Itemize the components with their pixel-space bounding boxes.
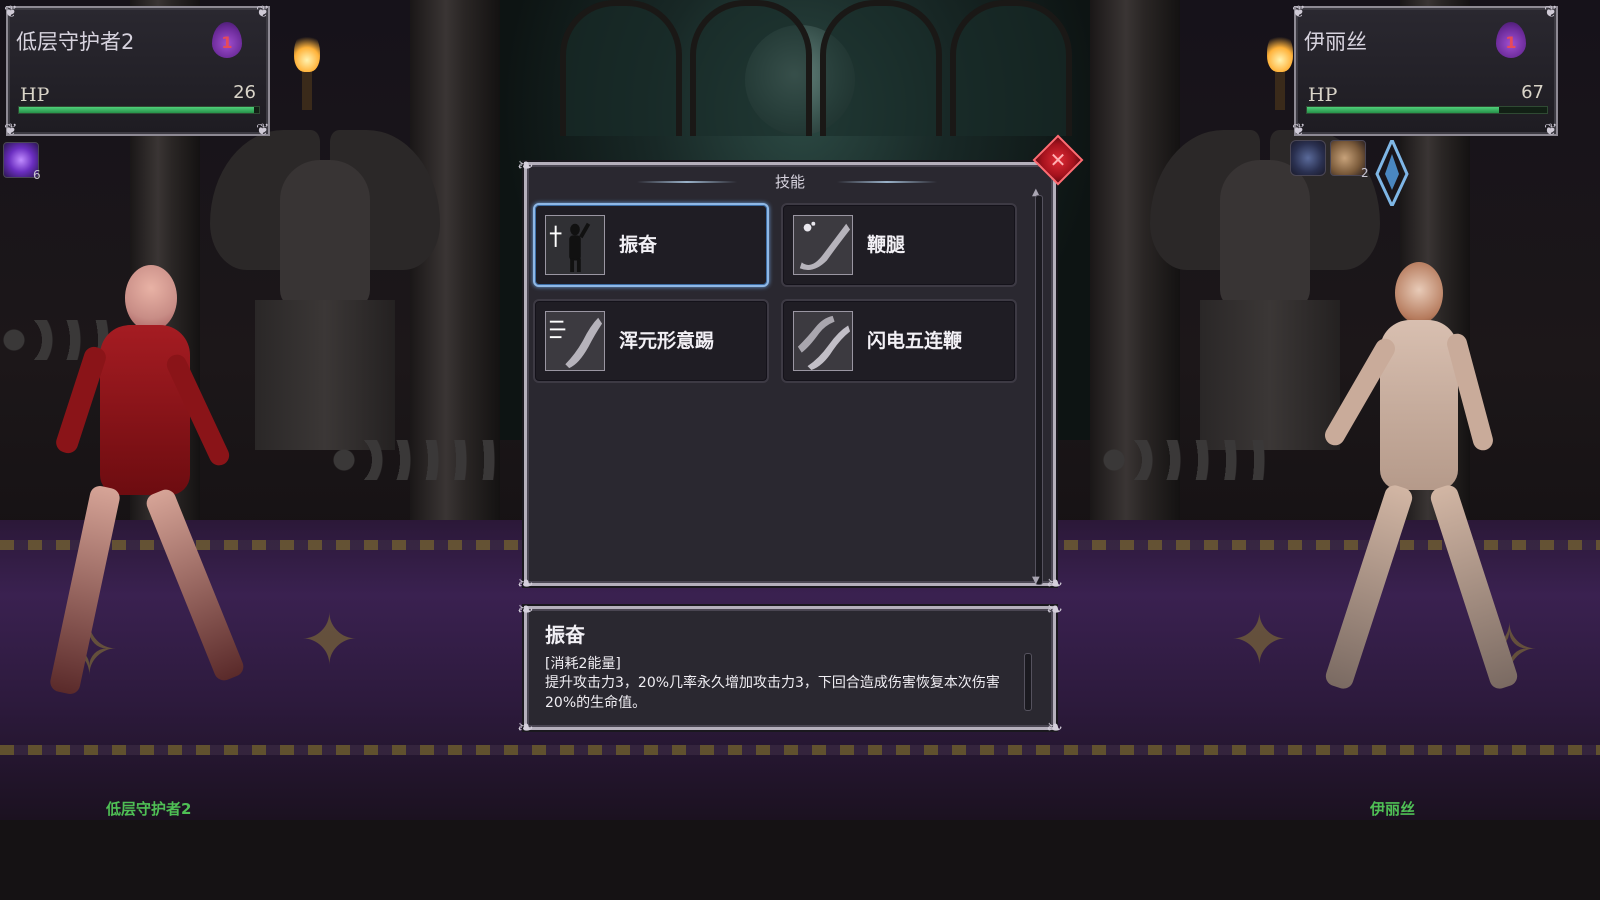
skills-scrollbar[interactable]: [1035, 195, 1043, 585]
skill-description-window: ❧ ❧ ❧ ❧ 振奋 [消耗2能量] 提升攻击力3，20%几率永久增加攻击力3，…: [517, 599, 1063, 737]
enemy-hp-value: 26: [233, 82, 256, 103]
description-scrollbar[interactable]: [1024, 653, 1032, 711]
enemy-name: 低层守护者2: [16, 30, 135, 54]
frame-corner-ornament: ❧: [517, 715, 534, 739]
frame-corner-ornament: ❦: [256, 2, 270, 21]
frame-corner-ornament: ❧: [517, 597, 534, 621]
skull-pile: [1100, 440, 1270, 480]
skill-label: 振奋: [619, 234, 658, 256]
enemy-hp-fill: [19, 107, 255, 113]
shield-buff-icon[interactable]: [1290, 140, 1326, 176]
enemy-character: [30, 265, 260, 705]
skill-label: 闪电五连鞭: [867, 330, 963, 352]
frame-corner-ornament: ❦: [1292, 120, 1306, 139]
leg-kick-speed-icon: [545, 311, 605, 371]
skill-card-lightning-whip[interactable]: 闪电五连鞭: [781, 299, 1017, 383]
window-arch: [820, 0, 942, 136]
player-hp-bar: [1306, 106, 1548, 114]
frame-corner-ornament: ❦: [1544, 2, 1558, 21]
frame-corner-ornament: ❧: [1046, 597, 1063, 621]
skill-card-hunyuan-kick[interactable]: 浑元形意踢: [533, 299, 769, 383]
crystal-indicator-icon: [1375, 136, 1409, 210]
frame-corner-ornament: ❦: [1544, 120, 1558, 139]
energy-drop-icon: 1: [212, 22, 242, 58]
frame-corner-ornament: ❦: [1292, 2, 1306, 21]
frame-corner-ornament: ❦: [4, 120, 18, 139]
frame-corner-ornament: ❧: [1046, 715, 1063, 739]
enemy-name-tag: 低层守护者2: [106, 800, 192, 818]
player-energy-count: 1: [1505, 33, 1517, 52]
enemy-energy-count: 1: [221, 33, 233, 52]
player-stat-panel: ❦ ❦ ❦ ❦ 伊丽丝 1 HP 67: [1292, 2, 1558, 139]
player-buff-count: 2: [1361, 166, 1369, 180]
stone-ground: [0, 820, 1600, 900]
skill-card-bianjui[interactable]: 鞭腿: [781, 203, 1017, 287]
skill-energy-cost: [消耗2能量]: [545, 656, 621, 672]
frame-corner-ornament: ❧: [1046, 571, 1063, 595]
close-icon: ✕: [1049, 148, 1067, 172]
hp-label: HP: [1308, 84, 1338, 106]
skill-description-text: 提升攻击力3，20%几率永久增加攻击力3，下回合造成伤害恢复本次伤害20%的生命…: [545, 675, 1000, 711]
window-arch: [560, 0, 682, 136]
skill-label: 鞭腿: [867, 234, 906, 256]
skills-window-title: 技能: [774, 173, 805, 191]
skill-card-zhenfen[interactable]: 振奋: [533, 203, 769, 287]
player-name-tag: 伊丽丝: [1370, 800, 1416, 818]
skill-description-title: 振奋: [545, 623, 585, 647]
skull-pile: [330, 440, 500, 480]
frame-corner-ornament: ❦: [4, 2, 18, 21]
pedestal: [255, 300, 395, 450]
skills-window: ❧ ❧ ❧ 技能 振奋 鞭腿 浑元形意踢 闪电五连鞭 ▲ ▼: [517, 155, 1063, 593]
player-hp-value: 67: [1521, 82, 1544, 103]
enemy-status-count: 6: [33, 168, 41, 182]
double-leg-whip-icon: [793, 311, 853, 371]
window-arch: [950, 0, 1072, 136]
player-name: 伊丽丝: [1304, 30, 1367, 54]
torch: [1267, 32, 1293, 110]
torch: [294, 32, 320, 110]
window-arch: [690, 0, 812, 136]
carpet-border: [0, 745, 1600, 755]
enemy-stat-panel: ❦ ❦ ❦ ❦ 低层守护者2 1 HP 26: [4, 2, 270, 139]
figure-raise-icon: [545, 215, 605, 275]
hp-label: HP: [20, 84, 50, 106]
enemy-hp-bar: [18, 106, 260, 114]
leg-whip-icon: [793, 215, 853, 275]
skill-label: 浑元形意踢: [619, 330, 715, 352]
frame-corner-ornament: ❧: [517, 571, 534, 595]
frame-corner-ornament: ❦: [256, 120, 270, 139]
player-character: [1310, 262, 1550, 702]
player-hp-fill: [1307, 107, 1499, 113]
scroll-down-arrow-icon[interactable]: ▼: [1032, 575, 1040, 586]
energy-drop-icon: 1: [1496, 22, 1526, 58]
